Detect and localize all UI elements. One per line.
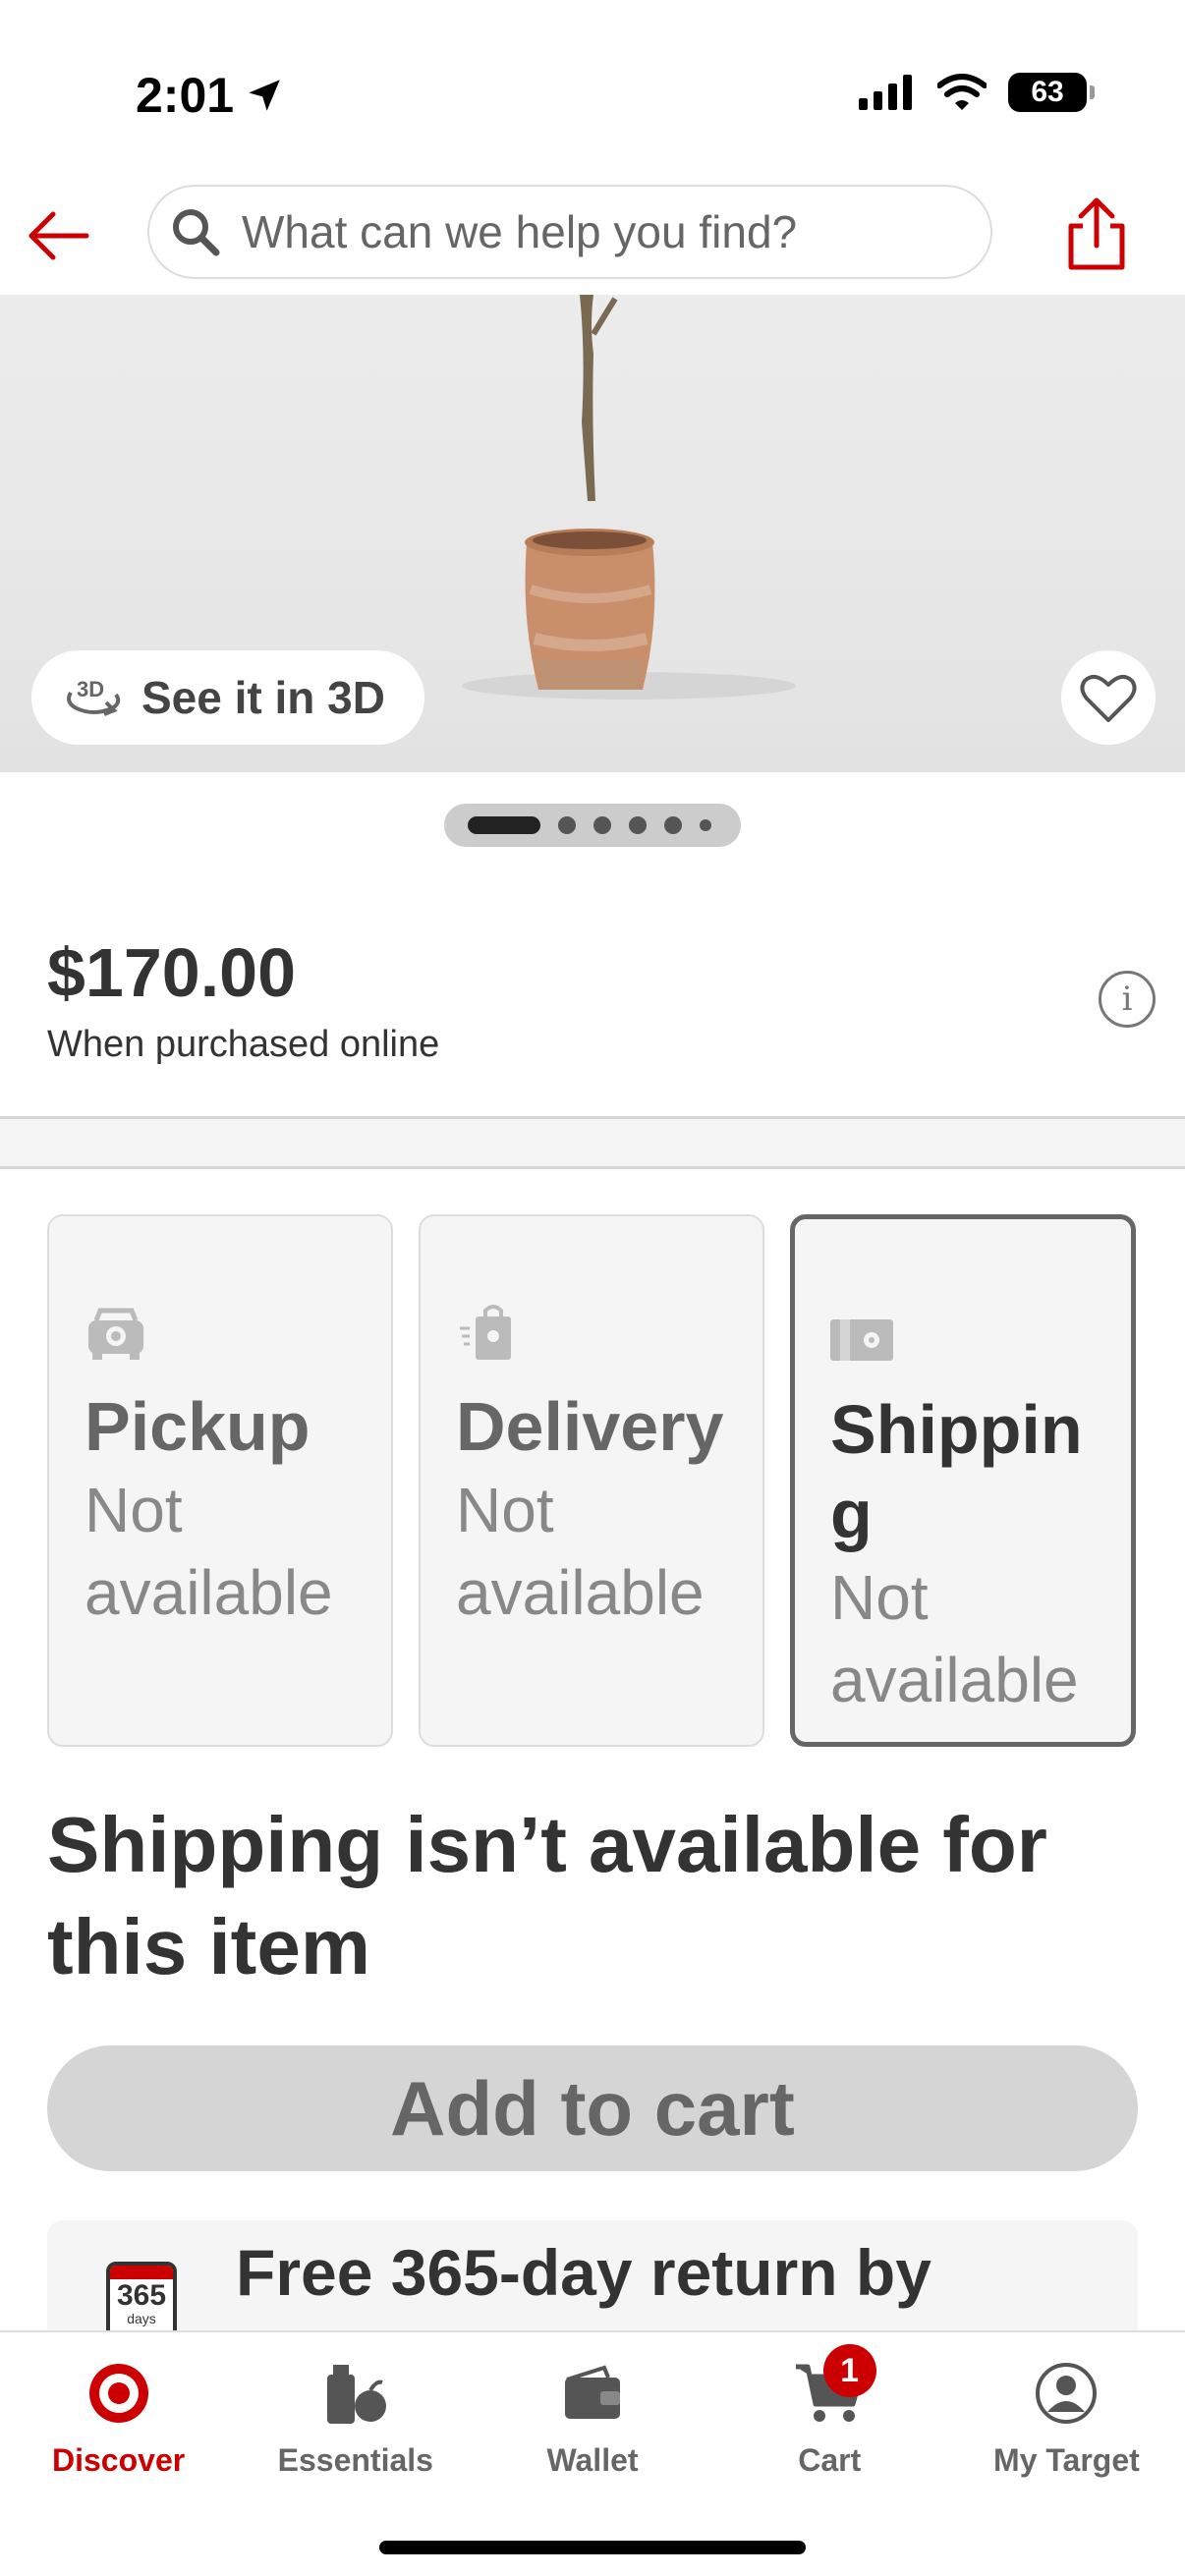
wifi-icon [937, 74, 987, 110]
status-time: 2:01 [136, 67, 285, 124]
tab-label: My Target [993, 2442, 1140, 2478]
cart-count-badge: 1 [822, 2344, 876, 2397]
pagination-dot[interactable] [629, 816, 647, 834]
battery-icon: 63 [1008, 73, 1095, 112]
pagination-dot[interactable] [593, 816, 611, 834]
calendar-icon: 365 days [106, 2262, 177, 2330]
shipping-option[interactable]: Shipping Not available [790, 1214, 1136, 1747]
back-arrow-icon[interactable] [24, 200, 94, 271]
info-icon[interactable]: i [1099, 971, 1156, 1028]
delivery-title: Delivery [456, 1388, 724, 1465]
add-to-cart-button[interactable]: Add to cart [47, 2045, 1138, 2171]
product-image-carousel[interactable]: 3D See it in 3D [0, 295, 1185, 772]
tab-discover[interactable]: Discover [0, 2332, 237, 2480]
see-in-3d-label: See it in 3D [141, 672, 385, 723]
tab-label: Essentials [277, 2442, 433, 2478]
cellular-signal-icon [859, 75, 912, 110]
tab-label: Cart [798, 2442, 862, 2478]
delivery-bag-icon [460, 1305, 511, 1360]
calendar-number: 365 [116, 2279, 167, 2312]
pickup-car-icon [88, 1308, 143, 1360]
wallet-icon [565, 2365, 620, 2419]
tab-label: Discover [52, 2442, 186, 2478]
pickup-status: Not available [85, 1475, 333, 1628]
pagination-dot[interactable] [664, 816, 682, 834]
favorite-button[interactable] [1061, 650, 1156, 745]
profile-icon [1036, 2363, 1098, 2424]
pagination-dot[interactable] [468, 816, 540, 834]
price-note: When purchased online [47, 1024, 440, 1065]
tab-essentials[interactable]: Essentials [237, 2332, 474, 2480]
clock: 2:01 [136, 68, 235, 123]
section-divider [0, 1116, 1185, 1169]
tab-wallet[interactable]: Wallet [474, 2332, 710, 2480]
location-arrow-icon [249, 80, 280, 111]
tab-cart[interactable]: 1 Cart [711, 2332, 948, 2480]
shipping-status: Not available [830, 1562, 1079, 1715]
product-price: $170.00 [47, 934, 297, 1011]
delivery-option[interactable]: Delivery Not available [419, 1214, 764, 1747]
shipping-box-icon [830, 1319, 893, 1361]
pickup-option[interactable]: Pickup Not available [47, 1214, 393, 1747]
battery-level: 63 [1031, 76, 1064, 108]
3d-rotate-icon: 3D [67, 677, 121, 716]
carousel-pagination[interactable] [444, 804, 741, 847]
shipping-unavailable-message: Shipping isn’t available for this item [47, 1801, 1047, 1990]
top-nav [0, 177, 1185, 295]
svg-text:3D: 3D [77, 677, 104, 701]
pagination-dot[interactable] [700, 819, 711, 831]
search-bar[interactable] [147, 185, 992, 279]
home-indicator [379, 2541, 806, 2554]
fulfillment-options: Pickup Not available Delivery Not availa… [47, 1214, 1138, 1747]
status-icons: 63 [859, 73, 1095, 112]
search-input[interactable] [240, 204, 947, 259]
share-icon[interactable] [1057, 195, 1136, 273]
heart-icon [1080, 674, 1137, 722]
essentials-icon [326, 2365, 386, 2424]
tab-my-target[interactable]: My Target [948, 2332, 1185, 2480]
pagination-dot[interactable] [558, 816, 576, 834]
returns-banner[interactable]: 365 days Free 365-day return by [47, 2220, 1138, 2330]
target-bullseye-icon [88, 2364, 148, 2423]
delivery-status: Not available [456, 1475, 705, 1628]
shipping-title: Shipping [830, 1391, 1083, 1552]
returns-text: Free 365-day return by [236, 2236, 931, 2309]
calendar-unit: days [127, 2311, 156, 2326]
see-in-3d-button[interactable]: 3D See it in 3D [31, 650, 424, 745]
status-bar: 2:01 63 [0, 0, 1185, 177]
search-icon [173, 209, 220, 256]
bottom-tab-bar: Discover Essentials Wallet 1 Cart My Tar… [0, 2330, 1185, 2576]
pickup-title: Pickup [85, 1388, 310, 1465]
tab-label: Wallet [546, 2442, 639, 2478]
